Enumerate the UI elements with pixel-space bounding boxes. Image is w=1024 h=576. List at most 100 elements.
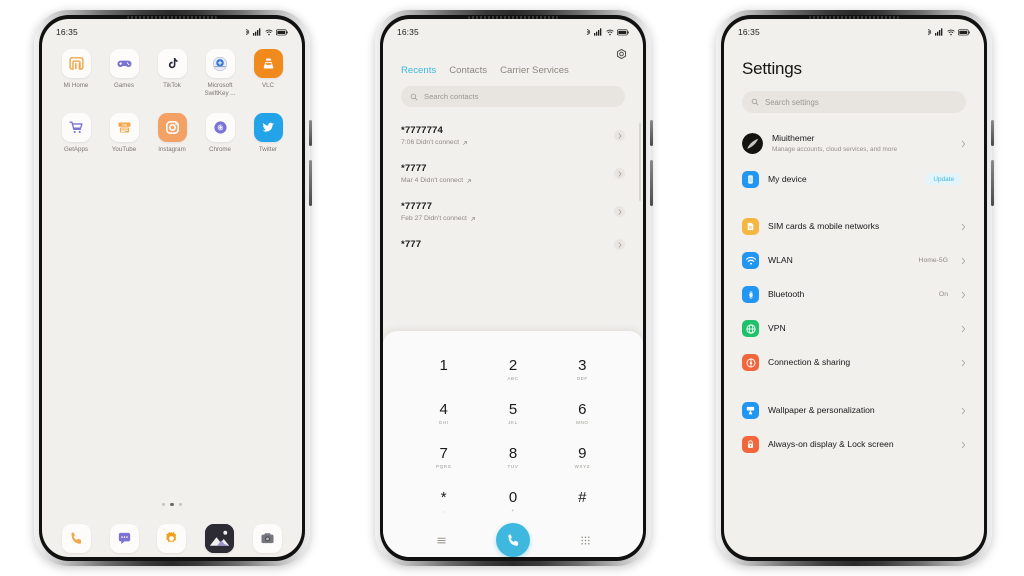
key-digit: 5 <box>508 401 518 418</box>
update-badge[interactable]: Update <box>925 173 962 186</box>
account-text: Miuithemer Manage accounts, cloud servic… <box>772 133 952 155</box>
youtube-icon: You <box>109 112 139 142</box>
page-dot[interactable] <box>178 502 182 506</box>
page-dot-active[interactable] <box>170 502 174 506</box>
status-bar: 16:35 <box>383 19 643 41</box>
settings-row-wallpaper[interactable]: Wallpaper & personalization <box>738 394 970 428</box>
vlc-cone-icon <box>253 49 283 78</box>
key-digit: 8 <box>508 445 518 462</box>
app-vlc[interactable]: VLC <box>244 49 292 98</box>
key-digit: 0 <box>508 489 518 506</box>
settings-row-wlan[interactable]: WLAN Home-5G <box>738 244 970 278</box>
search-settings-input[interactable]: Search settings <box>742 91 966 113</box>
key-digit: * <box>440 489 447 506</box>
call-handset-icon[interactable] <box>496 523 530 557</box>
app-label: Mi Home <box>63 82 89 89</box>
device-text: My device <box>768 174 916 185</box>
dock <box>42 524 302 557</box>
tab-recents[interactable]: Recents <box>401 65 436 76</box>
dialpad-key-0[interactable]: 0 + <box>478 481 547 523</box>
settings-row-my-device[interactable]: My device Update <box>738 163 970 196</box>
app-microsoft-swiftkey[interactable]: Microsoft SwiftKey ... <box>196 49 244 98</box>
chevron-right-icon[interactable] <box>614 130 625 141</box>
settings-row-vpn[interactable]: VPN <box>738 312 970 346</box>
dialpad-key-8[interactable]: 8 TUV <box>478 437 547 479</box>
call-log-row[interactable]: *7777 Mar 4 Didn't connect <box>401 155 625 193</box>
bluetooth-icon <box>245 28 249 36</box>
screen-settings: 16:35 Settings Search settings Miuitheme… <box>724 19 984 557</box>
app-instagram[interactable]: Instagram <box>148 112 196 154</box>
call-log-row[interactable]: *7777774 7:06 Didn't connect <box>401 117 625 155</box>
gallery-picture-icon[interactable] <box>205 524 235 553</box>
tab-contacts[interactable]: Contacts <box>449 65 487 76</box>
call-detail: Mar 4 Didn't connect <box>401 177 472 184</box>
app-chrome[interactable]: Chrome <box>196 112 244 154</box>
page-indicator <box>42 502 302 506</box>
search-icon <box>751 98 759 106</box>
chevron-right-icon[interactable] <box>614 206 625 217</box>
page-dot[interactable] <box>162 502 166 506</box>
dialpad-key-3[interactable]: 3 DEF <box>548 349 617 391</box>
phone-device-settings: 16:35 Settings Search settings Miuitheme… <box>716 10 994 566</box>
app-tiktok[interactable]: TikTok <box>148 49 196 98</box>
app-mi-home[interactable]: Mi Home <box>52 49 100 98</box>
dialpad-key-9[interactable]: 9 WXYZ <box>548 437 617 479</box>
row-label: VPN <box>768 323 786 334</box>
chevron-right-icon <box>961 286 966 304</box>
key-letters: WXYZ <box>574 464 591 469</box>
call-log-row[interactable]: *777 <box>401 231 625 259</box>
twitter-bird-icon <box>253 112 283 142</box>
key-digit: 2 <box>508 357 518 374</box>
app-games[interactable]: Games <box>100 49 148 98</box>
signal-icon <box>594 28 602 36</box>
app-grid-row-1: Mi Home Games TikTok Microsoft SwiftKey … <box>42 41 302 98</box>
wifi-icon <box>264 29 273 35</box>
dialpad-key-5[interactable]: 5 JKL <box>478 393 547 435</box>
app-label: TikTok <box>163 82 181 89</box>
key-letters: , <box>442 508 445 513</box>
keypad-grid-icon[interactable] <box>576 531 594 549</box>
dialpad-key-2[interactable]: 2 ABC <box>478 349 547 391</box>
call-log-row[interactable]: *77777 Feb 27 Didn't connect <box>401 193 625 231</box>
chevron-right-icon[interactable] <box>614 239 625 250</box>
chevron-right-icon <box>961 218 966 236</box>
scrollbar[interactable] <box>639 123 641 201</box>
camera-icon[interactable] <box>252 524 282 553</box>
dialpad-key-7[interactable]: 7 PQRS <box>409 437 478 479</box>
menu-lines-icon[interactable] <box>432 531 450 549</box>
chevron-right-icon[interactable] <box>614 168 625 179</box>
key-digit: 6 <box>578 401 587 418</box>
screenshot-stage: 16:35 Mi Home Games TikTok Microsoft Swi… <box>0 0 1024 576</box>
settings-row-bluetooth[interactable]: Bluetooth On <box>738 278 970 312</box>
dialpad-key-4[interactable]: 4 GHI <box>409 393 478 435</box>
status-icons <box>245 28 289 36</box>
app-getapps[interactable]: GetApps <box>52 112 100 154</box>
outgoing-call-arrow-icon <box>463 140 467 145</box>
row-label: Wallpaper & personalization <box>768 405 875 416</box>
search-icon <box>410 93 418 100</box>
settings-row-account[interactable]: Miuithemer Manage accounts, cloud servic… <box>738 125 970 163</box>
settings-row-sim-cards[interactable]: SIM cards & mobile networks <box>738 210 970 244</box>
gear-icon[interactable] <box>157 524 187 553</box>
app-twitter[interactable]: Twitter <box>244 112 292 154</box>
app-youtube[interactable]: You YouTube <box>100 112 148 154</box>
message-bubble-icon[interactable] <box>109 524 139 553</box>
key-letters: TUV <box>507 464 519 469</box>
tab-carrier-services[interactable]: Carrier Services <box>500 65 569 76</box>
settings-row-always-on-display[interactable]: Always-on display & Lock screen <box>738 428 970 462</box>
wallpaper-brush-icon <box>742 402 759 420</box>
settings-gear-icon[interactable] <box>612 45 630 63</box>
key-letters: MNO <box>576 420 589 425</box>
dialpad-key-6[interactable]: 6 MNO <box>548 393 617 435</box>
settings-group-connectivity: SIM cards & mobile networks WLAN Home-5G… <box>738 210 970 380</box>
settings-row-connection-sharing[interactable]: Connection & sharing <box>738 346 970 380</box>
call-detail-text: Feb 27 Didn't connect <box>401 215 467 222</box>
search-placeholder: Search contacts <box>424 92 479 101</box>
battery-icon <box>276 28 288 35</box>
dialpad-key-hash[interactable]: # <box>548 481 617 523</box>
search-contacts-input[interactable]: Search contacts <box>401 86 625 107</box>
dialpad-key-1[interactable]: 1 <box>409 349 478 391</box>
phone-handset-icon[interactable] <box>62 524 92 553</box>
dialpad-key-star[interactable]: *, <box>409 481 478 523</box>
signal-icon <box>935 28 943 36</box>
